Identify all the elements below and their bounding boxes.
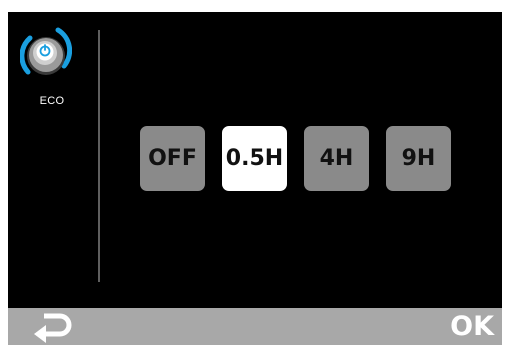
eco-power-knob-icon (20, 27, 72, 75)
ok-button[interactable]: OK (450, 310, 494, 344)
timer-option-9h[interactable]: 9H (386, 126, 451, 191)
bottom-bar: OK (8, 308, 502, 345)
vertical-divider (98, 30, 100, 282)
device-screen: ECO OFF 0.5H 4H 9H OK (8, 12, 502, 345)
timer-option-4h[interactable]: 4H (304, 126, 369, 191)
mode-label: ECO (39, 95, 65, 107)
timer-options: OFF 0.5H 4H 9H (140, 126, 451, 191)
timer-option-off[interactable]: OFF (140, 126, 205, 191)
return-arrow-icon[interactable] (30, 310, 74, 344)
timer-option-0-5h[interactable]: 0.5H (222, 126, 287, 191)
